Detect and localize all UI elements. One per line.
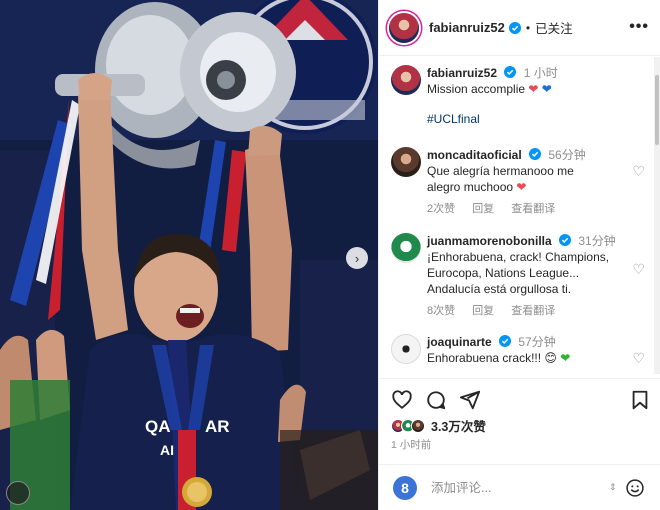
share-send-icon[interactable] xyxy=(459,389,481,411)
carousel-next-button[interactable]: › xyxy=(346,247,368,269)
green-heart-emoji-icon: ❤ xyxy=(560,351,571,365)
comment-text: ¡Enhorabuena, crack! Champions, Eurocopa… xyxy=(427,250,610,296)
comment-avatar[interactable] xyxy=(391,147,421,177)
verified-badge-icon xyxy=(504,66,517,78)
blue-heart-emoji-icon: ❤ xyxy=(541,82,552,96)
tagged-user-avatar[interactable] xyxy=(6,481,30,505)
comment-time: 56分钟 xyxy=(548,148,586,162)
comment-item: moncaditaoficial 56分钟 Que alegría herman… xyxy=(391,147,649,217)
red-heart-emoji-icon: ❤ xyxy=(516,180,527,194)
post-header: fabianruiz52 • 已关注 ••• xyxy=(379,0,660,56)
reply-button[interactable]: 回复 xyxy=(472,305,494,317)
like-comment-heart-icon[interactable]: ♡ xyxy=(632,350,645,367)
comment-text: Que alegría hermanooo me alegro muchooo xyxy=(427,164,574,194)
reply-button[interactable]: 回复 xyxy=(472,203,494,215)
verified-badge-icon xyxy=(508,21,521,34)
like-comment-heart-icon[interactable]: ♡ xyxy=(632,163,645,180)
caption: fabianruiz52 1 小时 Mission accomplie ❤ ❤ … xyxy=(391,65,649,127)
caption-text: Mission accomplie xyxy=(427,82,526,96)
author-username[interactable]: fabianruiz52 xyxy=(429,20,505,35)
comments-list[interactable]: fabianruiz52 1 小时 Mission accomplie ❤ ❤ … xyxy=(379,57,655,374)
svg-text:AR: AR xyxy=(205,417,230,436)
caption-hashtag[interactable]: #UCLfinal xyxy=(427,111,649,127)
svg-text:AI: AI xyxy=(160,442,174,458)
comment-username[interactable]: moncaditaoficial xyxy=(427,148,522,162)
comment-item: juanmamorenobonilla 31分钟 ¡Enhorabuena, c… xyxy=(391,233,649,319)
svg-text:QA: QA xyxy=(145,417,171,436)
verified-badge-icon xyxy=(559,234,572,246)
resize-icon: ⇕ xyxy=(609,482,617,492)
translate-button[interactable]: 查看翻译 xyxy=(511,305,555,317)
comment-bubble-icon[interactable] xyxy=(425,389,447,411)
comment-avatar[interactable] xyxy=(391,233,421,263)
comment-avatar[interactable] xyxy=(391,334,421,364)
caption-time: 1 小时 xyxy=(523,66,558,80)
comment-time: 31分钟 xyxy=(578,234,616,248)
save-bookmark-icon[interactable] xyxy=(629,389,651,411)
like-comment-heart-icon[interactable]: ♡ xyxy=(632,261,645,278)
author-avatar[interactable] xyxy=(389,12,419,43)
comment-composer: 8 ⇕ xyxy=(379,464,660,510)
post-side-panel: fabianruiz52 • 已关注 ••• fabianruiz52 1 小时… xyxy=(378,0,660,510)
caption-username[interactable]: fabianruiz52 xyxy=(427,66,497,80)
comment-meta: 8次赞 回复 查看翻译 xyxy=(427,303,649,319)
follow-state-button[interactable]: 已关注 xyxy=(535,18,573,37)
more-options-icon[interactable]: ••• xyxy=(629,18,649,36)
add-comment-input[interactable] xyxy=(431,480,607,495)
posted-time: 1 小时前 xyxy=(391,439,432,451)
comment-time: 57分钟 xyxy=(518,335,556,349)
translate-button[interactable]: 查看翻译 xyxy=(511,203,555,215)
caption-avatar[interactable] xyxy=(391,65,421,95)
red-heart-emoji-icon: ❤ xyxy=(528,82,539,96)
smiling-face-emoji-icon: 😊 xyxy=(544,351,557,365)
liker-avatar xyxy=(411,418,425,433)
comment-text: Enhorabuena crack!!! xyxy=(427,351,542,365)
like-heart-icon[interactable] xyxy=(391,389,413,411)
scrollbar-thumb[interactable] xyxy=(655,75,659,145)
post-photo[interactable]: QA AR AI › xyxy=(0,0,378,510)
verified-badge-icon xyxy=(499,335,512,347)
likes-summary[interactable]: 3.3万次赞 xyxy=(391,416,486,435)
comment-username[interactable]: juanmamorenobonilla xyxy=(427,234,552,248)
likes-count[interactable]: 3.3万次赞 xyxy=(431,416,486,435)
verified-badge-icon xyxy=(529,148,542,160)
comment-meta: 2次赞 回复 查看翻译 xyxy=(427,201,649,217)
separator-dot: • xyxy=(525,20,531,35)
emoji-picker-icon[interactable] xyxy=(625,478,645,498)
celebration-photo: QA AR AI xyxy=(0,0,378,510)
comment-item: joaquinarte 57分钟 Enhorabuena crack!!! 😊 … xyxy=(391,334,649,366)
post-actions xyxy=(379,378,660,418)
comment-username[interactable]: joaquinarte xyxy=(427,335,492,349)
current-user-avatar: 8 xyxy=(393,475,417,500)
comment-likes[interactable]: 8次赞 xyxy=(427,305,455,317)
chevron-right-icon: › xyxy=(354,250,360,266)
comments-scrollbar[interactable] xyxy=(654,57,660,374)
comment-likes[interactable]: 2次赞 xyxy=(427,203,455,215)
